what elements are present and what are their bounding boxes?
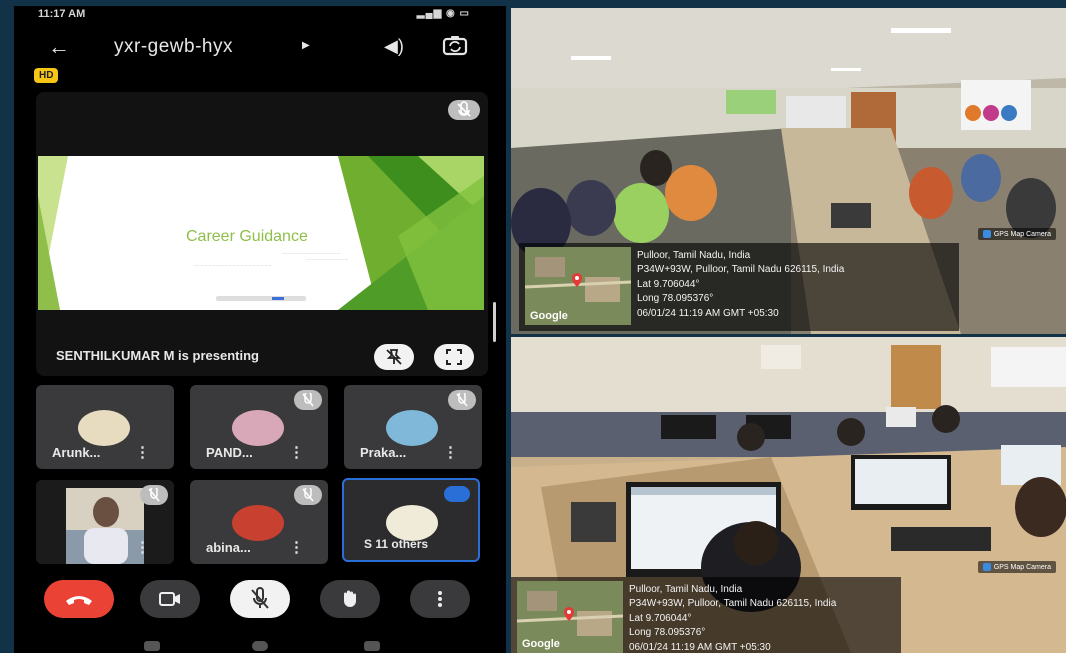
- more-vert-icon[interactable]: ⋮: [289, 443, 304, 461]
- pin-off-icon: [386, 349, 402, 365]
- hand-icon: [344, 590, 356, 607]
- pin-button[interactable]: [374, 344, 414, 370]
- classroom-photo-2: GPS Map Camera Google Pulloor, Tamil Nad…: [511, 337, 1066, 653]
- geotag-address: P34W+93W, Pulloor, Tamil Nadu 626115, In…: [637, 264, 845, 276]
- hd-badge: HD: [34, 68, 59, 83]
- gps-camera-icon: [982, 563, 991, 571]
- geotag-location: Pulloor, Tamil Nadu, India: [637, 250, 751, 261]
- nav-home-icon[interactable]: [252, 641, 268, 651]
- geotag-text: Pulloor, Tamil Nadu, India P34W+93W, Pul…: [637, 249, 844, 321]
- nav-recents-icon[interactable]: [144, 641, 160, 651]
- more-options-button[interactable]: [410, 580, 470, 618]
- others-tile[interactable]: S 11 others: [342, 478, 480, 562]
- meeting-code[interactable]: yxr-gewb-hyx: [114, 36, 233, 58]
- mic-off-icon: [148, 488, 160, 502]
- map-pin-icon: [564, 607, 574, 621]
- others-label: S 11 others: [364, 537, 429, 551]
- location-map-thumbnail: Google: [517, 581, 623, 653]
- video-camera-icon: [159, 592, 180, 606]
- geotag-overlay: Google Pulloor, Tamil Nadu, India P34W+9…: [519, 243, 959, 331]
- mic-off-icon: [448, 100, 480, 120]
- others-count: 11 others: [375, 537, 429, 551]
- raise-hand-button[interactable]: [320, 580, 380, 618]
- geotag-datetime: 06/01/24 11:19 AM GMT +05:30: [629, 641, 771, 653]
- gps-camera-icon: [982, 230, 991, 238]
- speaking-indicator-icon: [444, 486, 470, 502]
- mic-toggle-button[interactable]: [230, 580, 290, 618]
- geotag-lat: Lat 9.706044°: [629, 612, 692, 624]
- screenshot-canvas: 11:17 AM ▂▄▆ ◉ ▭ ← yxr-gewb-hyx ▶ ◀) HD: [0, 0, 1066, 653]
- google-map-label: Google: [522, 638, 560, 650]
- more-vert-icon: [438, 591, 442, 607]
- participant-name: abina...: [206, 540, 251, 555]
- presenting-label: SENTHILKUMAR M is presenting: [56, 348, 259, 363]
- participant-tile[interactable]: Praka... ⋮: [344, 385, 482, 469]
- fullscreen-icon: [446, 349, 462, 365]
- slide-text-line: ········································…: [282, 251, 341, 256]
- mic-off-icon: [302, 488, 314, 502]
- location-map-thumbnail: Google: [525, 247, 631, 325]
- mic-off-badge: [140, 485, 168, 505]
- end-call-button[interactable]: [44, 580, 114, 618]
- slide-progress-bar: [216, 296, 306, 301]
- mic-off-badge: [448, 390, 476, 410]
- slide-title: Career Guidance: [186, 228, 308, 245]
- mic-off-icon: [302, 393, 314, 407]
- geotag-address: P34W+93W, Pulloor, Tamil Nadu 626115, In…: [629, 598, 837, 610]
- status-icons: ▂▄▆ ◉ ▭: [416, 8, 470, 19]
- participant-tile[interactable]: PAND... ⋮: [190, 385, 328, 469]
- participant-tile[interactable]: Arunk... ⋮: [36, 385, 174, 469]
- geotag-text: Pulloor, Tamil Nadu, India P34W+93W, Pul…: [629, 583, 836, 653]
- geotag-overlay: Google Pulloor, Tamil Nadu, India P34W+9…: [511, 577, 901, 653]
- slide-text-line: ································: [306, 257, 349, 262]
- app-bar: ← yxr-gewb-hyx ▶ ◀): [14, 28, 506, 68]
- geotag-long: Long 78.095376°: [629, 627, 706, 639]
- participant-name: Arunk...: [52, 445, 101, 460]
- caret-right-icon[interactable]: ▶: [302, 40, 310, 51]
- nav-back-icon[interactable]: [364, 641, 380, 651]
- google-map-label: Google: [530, 310, 568, 322]
- geotag-datetime: 06/01/24 11:19 AM GMT +05:30: [637, 307, 779, 319]
- geotag-lat: Lat 9.706044°: [637, 278, 700, 290]
- fullscreen-button[interactable]: [434, 344, 474, 370]
- meet-phone-screen: 11:17 AM ▂▄▆ ◉ ▭ ← yxr-gewb-hyx ▶ ◀) HD: [14, 6, 506, 653]
- participant-tile[interactable]: abina... ⋮: [190, 480, 328, 564]
- participant-video-tile[interactable]: ⋮: [36, 480, 174, 564]
- android-nav-bar: [14, 636, 506, 653]
- avatar: [78, 410, 130, 446]
- geotag-location: Pulloor, Tamil Nadu, India: [629, 584, 743, 595]
- mic-off-icon: [251, 587, 269, 609]
- speaker-icon[interactable]: ◀): [384, 36, 404, 57]
- shared-slide: Career Guidance ························…: [38, 156, 484, 310]
- participant-name: Praka...: [360, 445, 407, 460]
- status-time: 11:17 AM: [38, 8, 86, 20]
- more-vert-icon[interactable]: ⋮: [443, 443, 458, 461]
- map-pin-icon: [572, 273, 582, 287]
- scroll-indicator[interactable]: [493, 302, 496, 342]
- more-vert-icon[interactable]: ⋮: [289, 538, 304, 556]
- avatar: [386, 505, 438, 541]
- slide-text-line: ········································…: [194, 263, 272, 268]
- switch-camera-icon[interactable]: [442, 34, 468, 56]
- call-controls: [14, 576, 506, 626]
- status-bar: 11:17 AM ▂▄▆ ◉ ▭: [14, 6, 506, 24]
- back-arrow-icon[interactable]: ←: [48, 34, 70, 60]
- more-vert-icon[interactable]: ⋮: [135, 443, 150, 461]
- camera-button[interactable]: [140, 580, 200, 618]
- mic-off-badge: [294, 390, 322, 410]
- mic-off-icon: [456, 393, 468, 407]
- mic-off-badge: [294, 485, 322, 505]
- avatar: [232, 410, 284, 446]
- avatar: [386, 410, 438, 446]
- phone-hangup-icon: [66, 596, 92, 605]
- avatar: [232, 505, 284, 541]
- classroom-photo-1: GPS Map Camera Google Pulloor, Tamil Nad…: [511, 8, 1066, 334]
- more-vert-icon[interactable]: ⋮: [135, 538, 150, 556]
- geotag-long: Long 78.095376°: [637, 293, 714, 305]
- gps-camera-tag: GPS Map Camera: [977, 228, 1056, 240]
- participant-name: PAND...: [206, 445, 253, 460]
- presentation-tile[interactable]: Career Guidance ························…: [36, 92, 488, 376]
- gps-camera-tag: GPS Map Camera: [977, 561, 1056, 573]
